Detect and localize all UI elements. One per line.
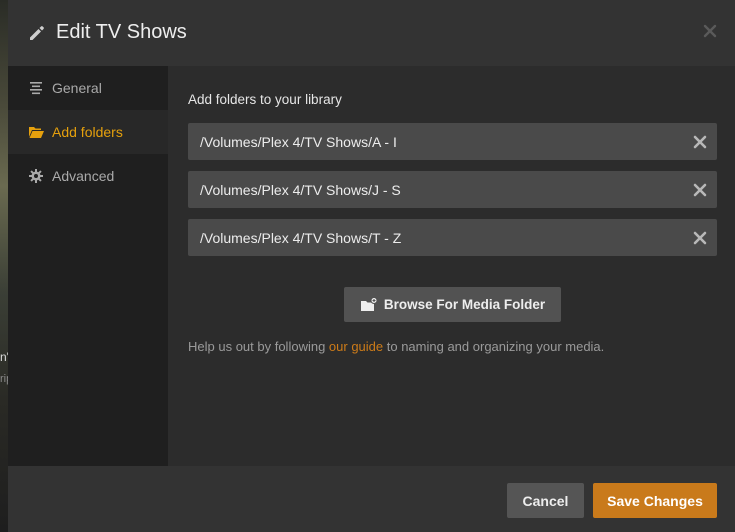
list-icon (30, 82, 42, 95)
background-app (0, 0, 8, 532)
folder-path: /Volumes/Plex 4/TV Shows/T - Z (200, 229, 402, 246)
close-icon[interactable] (703, 24, 717, 38)
pencil-icon (30, 26, 44, 40)
browse-button-label: Browse For Media Folder (383, 297, 546, 312)
folder-add-icon (360, 296, 378, 311)
modal-title: Edit TV Shows (56, 21, 187, 43)
remove-folder-icon[interactable] (693, 231, 707, 245)
save-changes-button[interactable]: Save Changes (593, 483, 717, 518)
edit-library-modal: Edit TV Shows General Add folders Advanc… (8, 0, 735, 532)
remove-folder-icon[interactable] (693, 135, 707, 149)
sidebar-item-advanced[interactable]: Advanced (8, 154, 168, 198)
main-content: Add folders to your library /Volumes/Ple… (168, 66, 735, 466)
help-text-suffix: to naming and organizing your media. (383, 339, 605, 354)
folder-open-icon (29, 127, 44, 138)
sidebar-item-add-folders[interactable]: Add folders (8, 110, 168, 154)
sidebar-item-label: General (52, 80, 102, 96)
folder-row: /Volumes/Plex 4/TV Shows/T - Z (188, 219, 717, 256)
remove-folder-icon[interactable] (693, 183, 707, 197)
sidebar-item-general[interactable]: General (8, 66, 168, 110)
help-text-prefix: Help us out by following (188, 339, 329, 354)
section-label: Add folders to your library (188, 92, 342, 107)
folder-path: /Volumes/Plex 4/TV Shows/A - I (200, 133, 397, 150)
gear-icon (29, 169, 43, 183)
modal-footer: Cancel Save Changes (8, 466, 735, 532)
modal-header: Edit TV Shows (8, 0, 735, 66)
folder-path: /Volumes/Plex 4/TV Shows/J - S (200, 181, 401, 198)
folder-row: /Volumes/Plex 4/TV Shows/A - I (188, 123, 717, 160)
browse-media-folder-button[interactable]: Browse For Media Folder (344, 287, 561, 322)
guide-link[interactable]: our guide (329, 339, 383, 354)
sidebar-item-label: Add folders (52, 124, 123, 140)
sidebar-item-label: Advanced (52, 168, 115, 184)
sidebar: General Add folders Advanced (8, 66, 168, 466)
help-text: Help us out by following our guide to na… (188, 339, 604, 354)
folder-row: /Volumes/Plex 4/TV Shows/J - S (188, 171, 717, 208)
cancel-button[interactable]: Cancel (507, 483, 584, 518)
